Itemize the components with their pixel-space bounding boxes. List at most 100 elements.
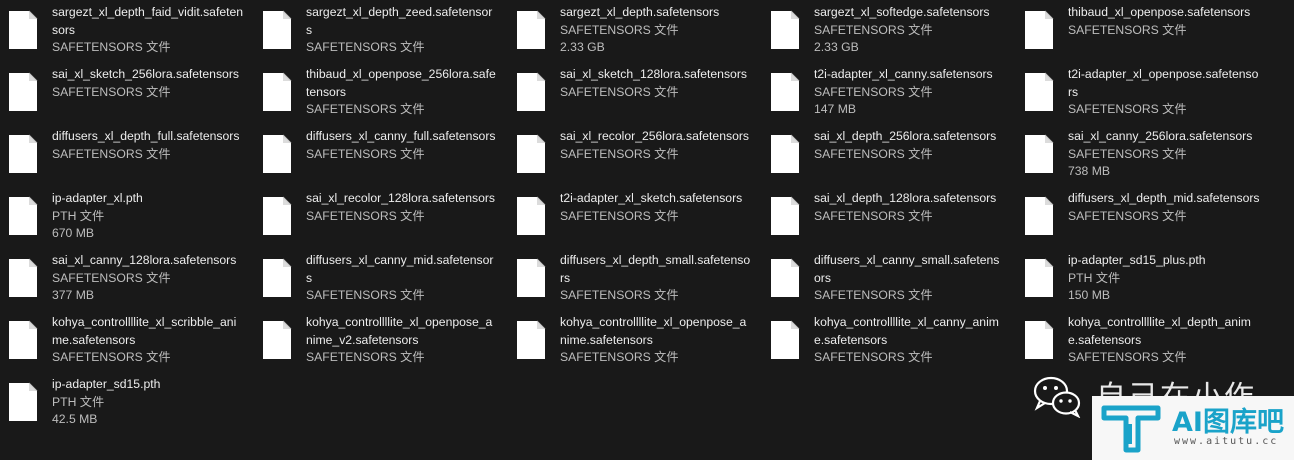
file-item[interactable]: ip-adapter_sd15.pth PTH 文件 42.5 MB: [6, 376, 260, 438]
file-type: SAFETENSORS 文件: [52, 146, 171, 161]
file-item[interactable]: kohya_controllllite_xl_canny_anime.safet…: [768, 314, 1022, 376]
file-type: SAFETENSORS 文件: [560, 22, 679, 37]
watermark-panel: AI图库吧 www.aitutu.cc: [1092, 396, 1294, 460]
file-type: SAFETENSORS 文件: [814, 22, 933, 37]
file-type: SAFETENSORS 文件: [1068, 350, 1187, 364]
file-name: diffusers_xl_depth_full.safetensors: [52, 129, 240, 143]
file-meta: ip-adapter_sd15_plus.pth PTH 文件 150 MB: [1068, 252, 1260, 305]
file-icon: [771, 196, 800, 235]
file-item[interactable]: sai_xl_depth_128lora.safetensors SAFETEN…: [768, 190, 1022, 252]
file-item[interactable]: diffusers_xl_depth_full.safetensors SAFE…: [6, 128, 260, 190]
file-name: sai_xl_sketch_128lora.safetensors: [560, 67, 747, 81]
file-item[interactable]: sai_xl_sketch_256lora.safetensors SAFETE…: [6, 66, 260, 128]
watermark-channel-text: 自己在小作: [1096, 372, 1256, 396]
file-type: SAFETENSORS 文件: [560, 208, 679, 223]
file-meta: sai_xl_sketch_256lora.safetensors SAFETE…: [52, 66, 244, 101]
file-type: PTH 文件: [52, 208, 105, 223]
file-meta: t2i-adapter_xl_openpose.safetensors SAFE…: [1068, 66, 1260, 119]
file-icon: [263, 196, 292, 235]
file-meta: kohya_controllllite_xl_canny_anime.safet…: [814, 314, 1006, 367]
file-item[interactable]: kohya_controllllite_xl_scribble_anime.sa…: [6, 314, 260, 376]
file-type: SAFETENSORS 文件: [52, 350, 171, 364]
file-item[interactable]: diffusers_xl_canny_small.safetensors SAF…: [768, 252, 1022, 314]
file-type: SAFETENSORS 文件: [306, 288, 425, 302]
file-type: SAFETENSORS 文件: [52, 270, 171, 285]
file-type: SAFETENSORS 文件: [560, 84, 679, 99]
file-item[interactable]: kohya_controllllite_xl_depth_anime.safet…: [1022, 314, 1276, 376]
file-item[interactable]: kohya_controllllite_xl_openpose_anime_v2…: [260, 314, 514, 376]
file-item[interactable]: sargezt_xl_softedge.safetensors SAFETENS…: [768, 4, 1022, 66]
file-name: t2i-adapter_xl_canny.safetensors: [814, 67, 993, 81]
file-item[interactable]: sai_xl_canny_128lora.safetensors SAFETEN…: [6, 252, 260, 314]
file-item[interactable]: ip-adapter_sd15_plus.pth PTH 文件 150 MB: [1022, 252, 1276, 314]
file-name: diffusers_xl_canny_mid.safetensors: [306, 253, 494, 285]
file-icon: [263, 10, 292, 49]
file-icon: [9, 196, 38, 235]
file-name: kohya_controllllite_xl_openpose_anime_v2…: [306, 315, 493, 347]
file-name: sargezt_xl_depth_zeed.safetensors: [306, 5, 493, 37]
file-item[interactable]: sai_xl_sketch_128lora.safetensors SAFETE…: [514, 66, 768, 128]
file-icon: [771, 72, 800, 111]
file-icon: [517, 72, 546, 111]
file-name: diffusers_xl_depth_small.safetensors: [560, 253, 751, 285]
file-item[interactable]: t2i-adapter_xl_sketch.safetensors SAFETE…: [514, 190, 768, 252]
file-name: sargezt_xl_depth_faid_vidit.safetensors: [52, 5, 244, 37]
file-item[interactable]: diffusers_xl_canny_full.safetensors SAFE…: [260, 128, 514, 190]
file-type: SAFETENSORS 文件: [1068, 146, 1187, 161]
file-grid: sargezt_xl_depth_faid_vidit.safetensors …: [6, 4, 1276, 438]
file-meta: diffusers_xl_canny_full.safetensors SAFE…: [306, 128, 498, 163]
file-type: SAFETENSORS 文件: [52, 40, 171, 54]
file-name: t2i-adapter_xl_openpose.safetensors: [1068, 67, 1259, 99]
file-type: SAFETENSORS 文件: [306, 350, 425, 364]
file-item[interactable]: sai_xl_depth_256lora.safetensors SAFETEN…: [768, 128, 1022, 190]
file-meta: sai_xl_recolor_128lora.safetensors SAFET…: [306, 190, 498, 225]
file-size: 147 MB: [814, 102, 857, 116]
file-name: kohya_controllllite_xl_depth_anime.safet…: [1068, 315, 1251, 347]
file-item[interactable]: sargezt_xl_depth.safetensors SAFETENSORS…: [514, 4, 768, 66]
file-type: SAFETENSORS 文件: [1068, 208, 1187, 223]
file-item[interactable]: sai_xl_recolor_256lora.safetensors SAFET…: [514, 128, 768, 190]
file-icon: [263, 134, 292, 173]
watermark-url: www.aitutu.cc: [1174, 436, 1279, 447]
file-meta: sai_xl_depth_256lora.safetensors SAFETEN…: [814, 128, 1006, 163]
file-size: 2.33 GB: [814, 40, 859, 54]
file-icon: [263, 320, 292, 359]
file-name: thibaud_xl_openpose.safetensors: [1068, 5, 1251, 19]
file-item[interactable]: sargezt_xl_depth_faid_vidit.safetensors …: [6, 4, 260, 66]
file-item[interactable]: kohya_controllllite_xl_openpose_anime.sa…: [514, 314, 768, 376]
file-item[interactable]: t2i-adapter_xl_canny.safetensors SAFETEN…: [768, 66, 1022, 128]
file-type: PTH 文件: [52, 394, 105, 409]
file-icon: [1025, 72, 1054, 111]
file-meta: kohya_controllllite_xl_openpose_anime_v2…: [306, 314, 498, 367]
file-item[interactable]: thibaud_xl_openpose_256lora.safetensors …: [260, 66, 514, 128]
file-meta: sargezt_xl_depth_faid_vidit.safetensors …: [52, 4, 244, 57]
file-item[interactable]: diffusers_xl_canny_mid.safetensors SAFET…: [260, 252, 514, 314]
file-item[interactable]: sargezt_xl_depth_zeed.safetensors SAFETE…: [260, 4, 514, 66]
file-type: SAFETENSORS 文件: [814, 350, 933, 364]
file-name: sargezt_xl_depth.safetensors: [560, 5, 720, 19]
file-item[interactable]: diffusers_xl_depth_small.safetensors SAF…: [514, 252, 768, 314]
file-meta: sai_xl_canny_256lora.safetensors SAFETEN…: [1068, 128, 1260, 181]
file-type: SAFETENSORS 文件: [1068, 22, 1187, 37]
file-name: sargezt_xl_softedge.safetensors: [814, 5, 990, 19]
wechat-icon: [1033, 376, 1081, 418]
file-item[interactable]: t2i-adapter_xl_openpose.safetensors SAFE…: [1022, 66, 1276, 128]
file-item[interactable]: ip-adapter_xl.pth PTH 文件 670 MB: [6, 190, 260, 252]
file-icon: [9, 10, 38, 49]
file-icon: [1025, 258, 1054, 297]
file-name: diffusers_xl_depth_mid.safetensors: [1068, 191, 1260, 205]
file-meta: diffusers_xl_depth_small.safetensors SAF…: [560, 252, 752, 305]
file-item[interactable]: sai_xl_canny_256lora.safetensors SAFETEN…: [1022, 128, 1276, 190]
file-type: SAFETENSORS 文件: [814, 208, 933, 223]
file-size: 2.33 GB: [560, 40, 605, 54]
file-name: sai_xl_recolor_128lora.safetensors: [306, 191, 496, 205]
file-meta: sai_xl_sketch_128lora.safetensors SAFETE…: [560, 66, 752, 101]
file-item[interactable]: diffusers_xl_depth_mid.safetensors SAFET…: [1022, 190, 1276, 252]
file-type: PTH 文件: [1068, 270, 1121, 285]
file-item[interactable]: sai_xl_recolor_128lora.safetensors SAFET…: [260, 190, 514, 252]
file-type: SAFETENSORS 文件: [814, 84, 933, 99]
file-meta: sargezt_xl_softedge.safetensors SAFETENS…: [814, 4, 1006, 57]
file-item[interactable]: thibaud_xl_openpose.safetensors SAFETENS…: [1022, 4, 1276, 66]
file-icon: [517, 134, 546, 173]
file-icon: [517, 320, 546, 359]
